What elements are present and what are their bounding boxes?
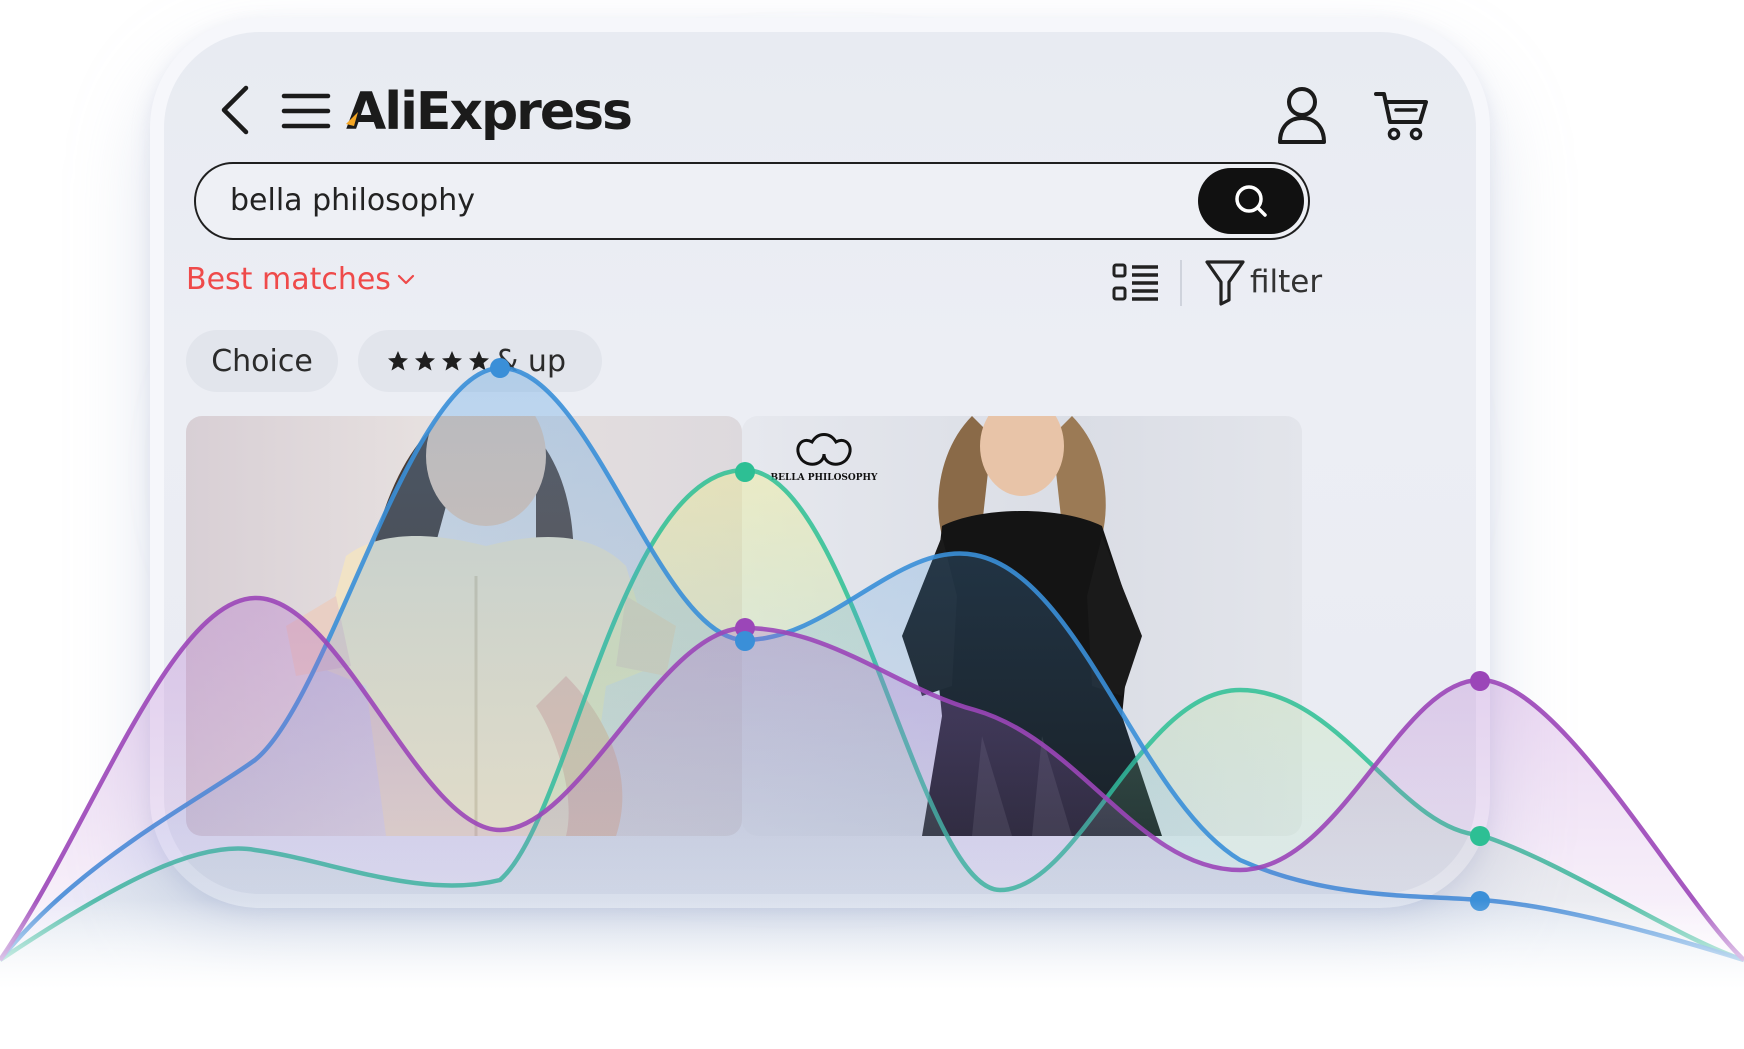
chevron-down-icon <box>397 274 415 284</box>
app-screen: AliExpress Best matches <box>164 32 1476 894</box>
logo-accent-mark <box>346 112 358 126</box>
brand-logo-text: BELLA PHILOSOPHY <box>771 473 878 483</box>
search-bar <box>194 162 1310 240</box>
cart-icon[interactable] <box>1372 88 1430 144</box>
product-card[interactable] <box>186 416 742 836</box>
rating-chip[interactable]: & up <box>358 330 602 392</box>
brand-logo: BELLA PHILOSOPHY <box>771 433 878 483</box>
rating-stars <box>386 349 491 373</box>
choice-chip-label: Choice <box>211 343 313 379</box>
sort-dropdown[interactable]: Best matches <box>186 262 415 297</box>
toolbar-divider <box>1180 260 1182 306</box>
filter-label: filter <box>1250 264 1323 300</box>
star-icon <box>388 351 408 371</box>
logo-text: AliExpress <box>346 82 633 142</box>
choice-chip[interactable]: Choice <box>186 330 338 392</box>
menu-icon[interactable] <box>280 90 332 132</box>
search-button[interactable] <box>1198 168 1304 234</box>
star-icon <box>415 351 435 371</box>
account-icon[interactable] <box>1274 84 1330 146</box>
back-icon[interactable] <box>216 82 256 138</box>
star-icon <box>469 351 489 371</box>
aliexpress-logo[interactable]: AliExpress <box>346 72 633 152</box>
filter-button[interactable]: filter <box>1204 258 1322 306</box>
sort-label: Best matches <box>186 262 391 297</box>
product-card[interactable]: BELLA PHILOSOPHY <box>742 416 1302 836</box>
phone-frame: AliExpress Best matches <box>150 18 1490 908</box>
list-view-icon[interactable] <box>1112 262 1160 304</box>
search-input[interactable] <box>230 164 1150 237</box>
product-image <box>286 416 676 836</box>
bottom-fade <box>0 900 1744 1049</box>
rating-chip-label: & up <box>495 343 566 379</box>
filter-icon <box>1205 260 1245 306</box>
star-icon <box>442 351 462 371</box>
search-icon <box>1235 185 1267 217</box>
